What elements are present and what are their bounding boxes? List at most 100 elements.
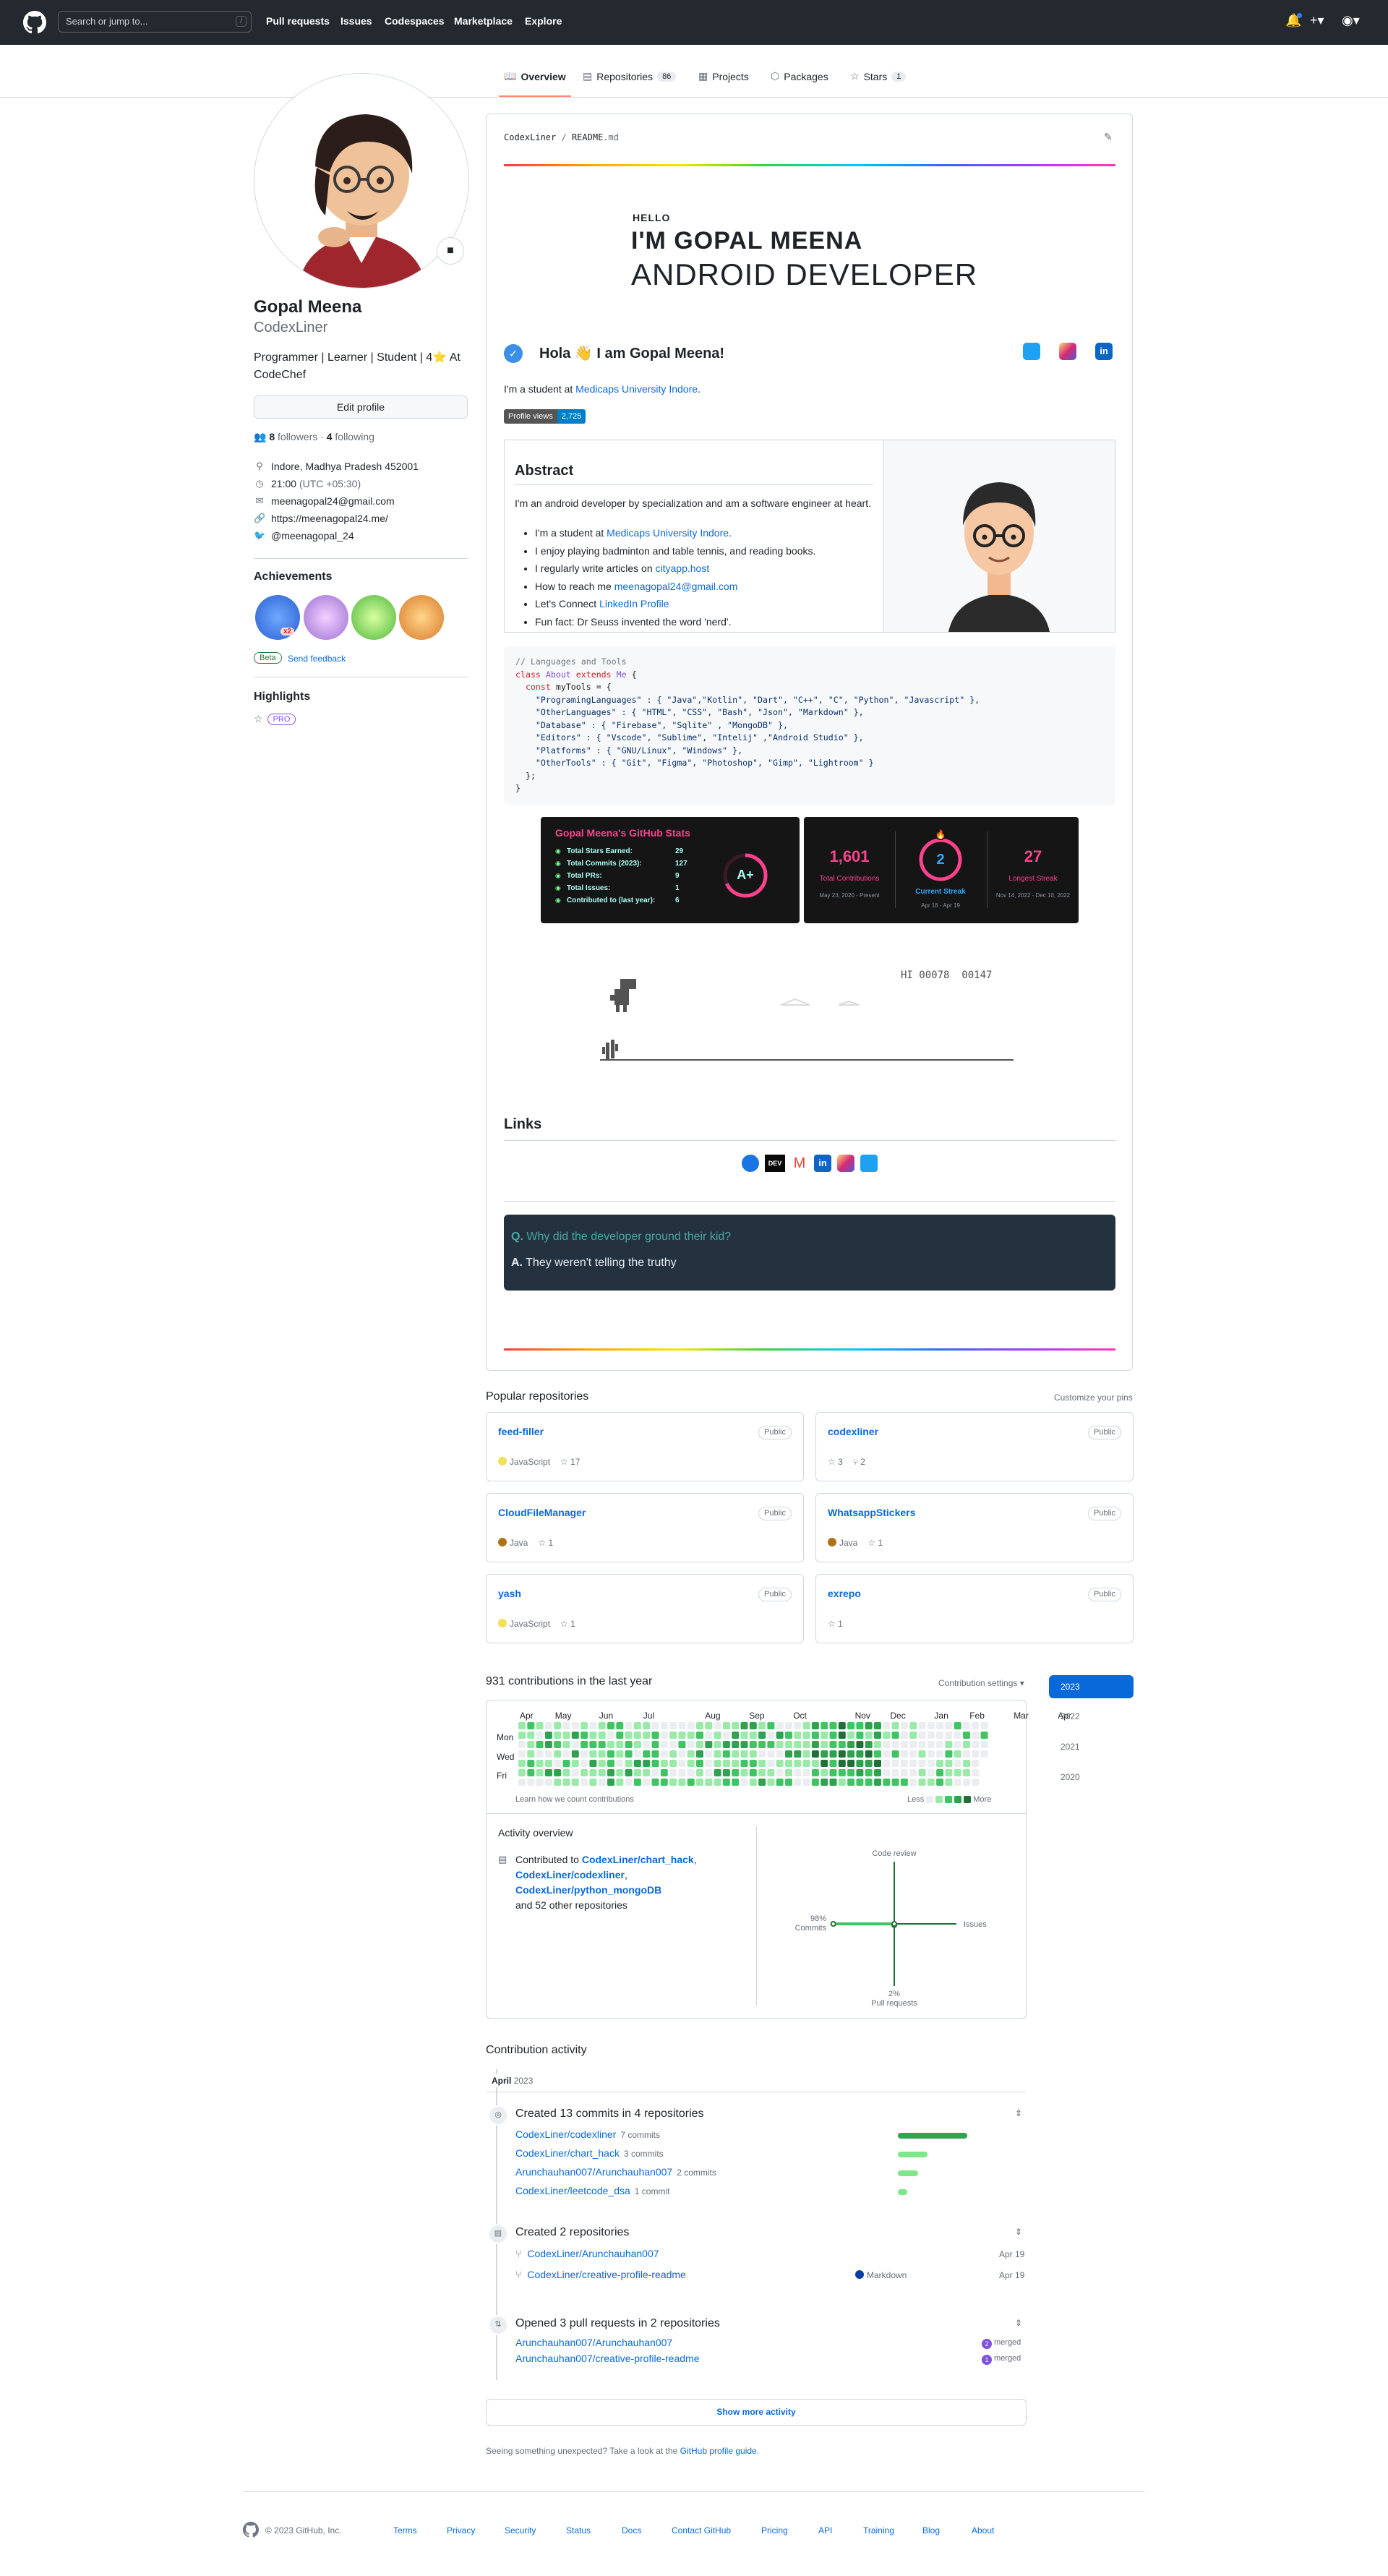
contribution-day-cell[interactable] — [643, 1732, 651, 1739]
contribution-day-cell[interactable] — [838, 1779, 846, 1786]
contribution-day-cell[interactable] — [900, 1769, 908, 1776]
nav-explore[interactable]: Explore — [525, 15, 562, 27]
contribution-day-cell[interactable] — [954, 1732, 961, 1739]
university-link[interactable]: Medicaps University Indore — [607, 527, 729, 539]
contribution-day-cell[interactable] — [696, 1732, 703, 1739]
footer-link-api[interactable]: API — [818, 2525, 832, 2536]
contribution-day-cell[interactable] — [633, 1769, 641, 1776]
contribution-day-cell[interactable] — [883, 1769, 891, 1776]
contribution-day-cell[interactable] — [633, 1779, 641, 1786]
contribution-day-cell[interactable] — [874, 1741, 881, 1748]
contribution-day-cell[interactable] — [544, 1750, 552, 1758]
contribution-day-cell[interactable] — [518, 1750, 526, 1758]
contribution-day-cell[interactable] — [722, 1779, 730, 1786]
contribution-day-cell[interactable] — [776, 1722, 784, 1729]
contribution-day-cell[interactable] — [518, 1769, 526, 1776]
contribution-day-cell[interactable] — [589, 1779, 597, 1786]
tab-packages[interactable]: ⬡ Packages — [771, 70, 828, 82]
contribution-day-cell[interactable] — [856, 1769, 864, 1776]
contribution-day-cell[interactable] — [669, 1760, 677, 1767]
contribution-day-cell[interactable] — [732, 1722, 740, 1729]
repo-link[interactable]: CodexLiner/chart_hack — [515, 2147, 620, 2159]
contribution-day-cell[interactable] — [883, 1750, 891, 1758]
contribution-day-cell[interactable] — [749, 1732, 757, 1739]
contribution-day-cell[interactable] — [598, 1732, 606, 1739]
contribution-day-cell[interactable] — [554, 1750, 562, 1758]
contribution-day-cell[interactable] — [900, 1779, 908, 1786]
contribution-day-cell[interactable] — [874, 1769, 881, 1776]
contribution-day-cell[interactable] — [714, 1732, 721, 1739]
tab-repositories[interactable]: ▤ Repositories 86 — [583, 70, 677, 82]
contribution-day-cell[interactable] — [918, 1769, 926, 1776]
contribution-day-cell[interactable] — [714, 1741, 721, 1748]
contribution-day-cell[interactable] — [811, 1722, 819, 1729]
contribution-day-cell[interactable] — [811, 1741, 819, 1748]
contribution-day-cell[interactable] — [811, 1750, 819, 1758]
contribution-day-cell[interactable] — [945, 1779, 953, 1786]
contribution-day-cell[interactable] — [740, 1732, 748, 1739]
contribution-day-cell[interactable] — [785, 1722, 792, 1729]
fold-icon[interactable]: ⇕ — [1015, 2318, 1022, 2328]
contribution-day-cell[interactable] — [927, 1732, 935, 1739]
contribution-day-cell[interactable] — [980, 1750, 988, 1758]
contribution-day-cell[interactable] — [616, 1732, 624, 1739]
contribution-day-cell[interactable] — [678, 1722, 686, 1729]
contribution-day-cell[interactable] — [518, 1722, 526, 1729]
contribution-day-cell[interactable] — [891, 1732, 899, 1739]
contribution-day-cell[interactable] — [562, 1769, 570, 1776]
readme-path-user[interactable]: CodexLiner — [504, 132, 556, 142]
footer-link-status[interactable]: Status — [566, 2525, 591, 2536]
contribution-day-cell[interactable] — [954, 1760, 961, 1767]
contribution-day-cell[interactable] — [705, 1769, 713, 1776]
contribution-day-cell[interactable] — [802, 1732, 810, 1739]
contribution-day-cell[interactable] — [740, 1779, 748, 1786]
contribution-day-cell[interactable] — [598, 1750, 606, 1758]
contribution-day-cell[interactable] — [758, 1769, 766, 1776]
contribution-day-cell[interactable] — [705, 1722, 713, 1729]
repo-forks[interactable]: ⑂ 2 — [853, 1457, 865, 1467]
contribution-day-cell[interactable] — [945, 1760, 953, 1767]
contribution-day-cell[interactable] — [856, 1760, 864, 1767]
contribution-day-cell[interactable] — [598, 1741, 606, 1748]
fold-icon[interactable]: ⇕ — [1015, 2108, 1022, 2118]
contribution-day-cell[interactable] — [811, 1760, 819, 1767]
contribution-day-cell[interactable] — [838, 1760, 846, 1767]
contribution-day-cell[interactable] — [625, 1732, 633, 1739]
contribution-day-cell[interactable] — [883, 1732, 891, 1739]
contribution-day-cell[interactable] — [581, 1722, 588, 1729]
contribution-day-cell[interactable] — [767, 1741, 775, 1748]
repo-stars[interactable]: ☆ 1 — [538, 1538, 553, 1548]
contribution-day-cell[interactable] — [687, 1769, 695, 1776]
contribution-day-cell[interactable] — [544, 1741, 552, 1748]
contribution-day-cell[interactable] — [927, 1779, 935, 1786]
contribution-day-cell[interactable] — [643, 1750, 651, 1758]
contribution-day-cell[interactable] — [696, 1722, 703, 1729]
contribution-day-cell[interactable] — [749, 1741, 757, 1748]
blog-link[interactable]: cityapp.host — [656, 562, 710, 574]
contribution-day-cell[interactable] — [651, 1732, 659, 1739]
contribution-day-cell[interactable] — [767, 1750, 775, 1758]
contribution-day-cell[interactable] — [740, 1722, 748, 1729]
contribution-day-cell[interactable] — [785, 1779, 792, 1786]
contribution-day-cell[interactable] — [696, 1769, 703, 1776]
contribution-day-cell[interactable] — [633, 1722, 641, 1729]
nav-issues[interactable]: Issues — [340, 15, 372, 27]
contribution-day-cell[interactable] — [847, 1760, 855, 1767]
repo-name-link[interactable]: WhatsappStickers — [828, 1507, 915, 1518]
instagram-icon[interactable] — [837, 1155, 854, 1172]
contribution-day-cell[interactable] — [714, 1779, 721, 1786]
contribution-day-cell[interactable] — [821, 1741, 828, 1748]
contribution-day-cell[interactable] — [536, 1722, 544, 1729]
contribution-day-cell[interactable] — [945, 1769, 953, 1776]
contribution-day-cell[interactable] — [625, 1760, 633, 1767]
contribution-day-cell[interactable] — [936, 1779, 944, 1786]
contribution-day-cell[interactable] — [562, 1779, 570, 1786]
contribution-day-cell[interactable] — [972, 1722, 980, 1729]
contribution-day-cell[interactable] — [544, 1779, 552, 1786]
fold-icon[interactable]: ⇕ — [1015, 2227, 1022, 2237]
year-2020-button[interactable]: 2020 — [1049, 1766, 1134, 1789]
contribution-day-cell[interactable] — [883, 1760, 891, 1767]
contribution-day-cell[interactable] — [918, 1760, 926, 1767]
contribution-day-cell[interactable] — [660, 1769, 668, 1776]
github-mark-icon[interactable] — [243, 2522, 259, 2538]
